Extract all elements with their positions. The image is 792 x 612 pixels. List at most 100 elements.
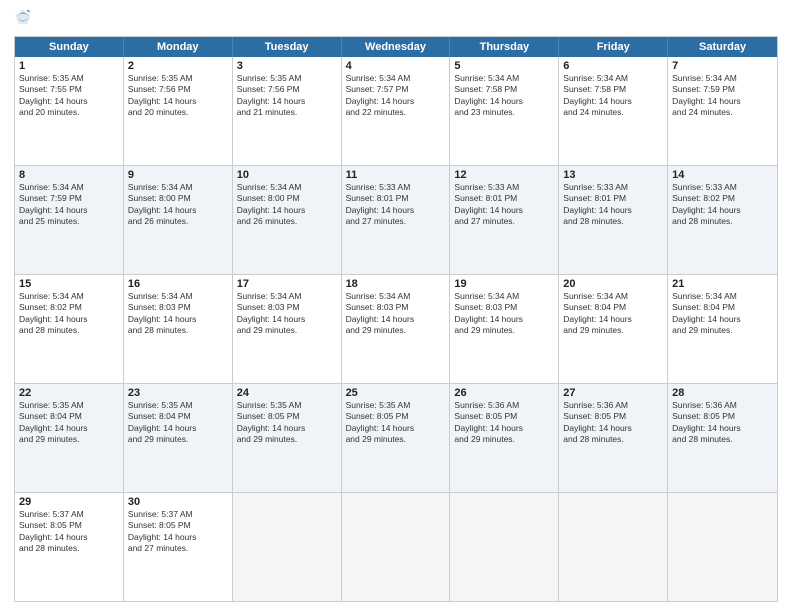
calendar-cell: 23Sunrise: 5:35 AMSunset: 8:04 PMDayligh… bbox=[124, 384, 233, 492]
weekday-header: Friday bbox=[559, 37, 668, 57]
calendar-cell: 19Sunrise: 5:34 AMSunset: 8:03 PMDayligh… bbox=[450, 275, 559, 383]
calendar-cell: 2Sunrise: 5:35 AMSunset: 7:56 PMDaylight… bbox=[124, 57, 233, 165]
calendar-cell: 1Sunrise: 5:35 AMSunset: 7:55 PMDaylight… bbox=[15, 57, 124, 165]
day-number: 22 bbox=[19, 387, 119, 399]
calendar-cell: 16Sunrise: 5:34 AMSunset: 8:03 PMDayligh… bbox=[124, 275, 233, 383]
day-number: 27 bbox=[563, 387, 663, 399]
weekday-header: Wednesday bbox=[342, 37, 451, 57]
day-number: 3 bbox=[237, 60, 337, 72]
cell-info: Sunrise: 5:34 AMSunset: 7:58 PMDaylight:… bbox=[563, 73, 663, 119]
cell-info: Sunrise: 5:34 AMSunset: 8:00 PMDaylight:… bbox=[128, 182, 228, 228]
calendar-cell: 22Sunrise: 5:35 AMSunset: 8:04 PMDayligh… bbox=[15, 384, 124, 492]
cell-info: Sunrise: 5:36 AMSunset: 8:05 PMDaylight:… bbox=[563, 400, 663, 446]
cell-info: Sunrise: 5:35 AMSunset: 7:56 PMDaylight:… bbox=[128, 73, 228, 119]
cell-info: Sunrise: 5:34 AMSunset: 8:00 PMDaylight:… bbox=[237, 182, 337, 228]
cell-info: Sunrise: 5:33 AMSunset: 8:01 PMDaylight:… bbox=[346, 182, 446, 228]
calendar-cell: 9Sunrise: 5:34 AMSunset: 8:00 PMDaylight… bbox=[124, 166, 233, 274]
cell-info: Sunrise: 5:34 AMSunset: 8:04 PMDaylight:… bbox=[563, 291, 663, 337]
weekday-header: Monday bbox=[124, 37, 233, 57]
day-number: 9 bbox=[128, 169, 228, 181]
empty-cell bbox=[450, 493, 559, 601]
empty-cell bbox=[342, 493, 451, 601]
calendar-cell: 21Sunrise: 5:34 AMSunset: 8:04 PMDayligh… bbox=[668, 275, 777, 383]
cell-info: Sunrise: 5:33 AMSunset: 8:01 PMDaylight:… bbox=[563, 182, 663, 228]
header bbox=[14, 10, 778, 26]
day-number: 8 bbox=[19, 169, 119, 181]
day-number: 21 bbox=[672, 278, 773, 290]
calendar-row: 22Sunrise: 5:35 AMSunset: 8:04 PMDayligh… bbox=[15, 384, 777, 493]
calendar-cell: 17Sunrise: 5:34 AMSunset: 8:03 PMDayligh… bbox=[233, 275, 342, 383]
day-number: 16 bbox=[128, 278, 228, 290]
cell-info: Sunrise: 5:33 AMSunset: 8:01 PMDaylight:… bbox=[454, 182, 554, 228]
day-number: 5 bbox=[454, 60, 554, 72]
day-number: 24 bbox=[237, 387, 337, 399]
day-number: 13 bbox=[563, 169, 663, 181]
day-number: 7 bbox=[672, 60, 773, 72]
calendar-row: 8Sunrise: 5:34 AMSunset: 7:59 PMDaylight… bbox=[15, 166, 777, 275]
day-number: 18 bbox=[346, 278, 446, 290]
calendar-cell: 24Sunrise: 5:35 AMSunset: 8:05 PMDayligh… bbox=[233, 384, 342, 492]
calendar-cell: 12Sunrise: 5:33 AMSunset: 8:01 PMDayligh… bbox=[450, 166, 559, 274]
calendar-row: 1Sunrise: 5:35 AMSunset: 7:55 PMDaylight… bbox=[15, 57, 777, 166]
cell-info: Sunrise: 5:36 AMSunset: 8:05 PMDaylight:… bbox=[672, 400, 773, 446]
cell-info: Sunrise: 5:34 AMSunset: 8:03 PMDaylight:… bbox=[237, 291, 337, 337]
cell-info: Sunrise: 5:36 AMSunset: 8:05 PMDaylight:… bbox=[454, 400, 554, 446]
day-number: 12 bbox=[454, 169, 554, 181]
cell-info: Sunrise: 5:35 AMSunset: 8:04 PMDaylight:… bbox=[19, 400, 119, 446]
calendar-cell: 13Sunrise: 5:33 AMSunset: 8:01 PMDayligh… bbox=[559, 166, 668, 274]
cell-info: Sunrise: 5:34 AMSunset: 7:59 PMDaylight:… bbox=[19, 182, 119, 228]
day-number: 26 bbox=[454, 387, 554, 399]
day-number: 20 bbox=[563, 278, 663, 290]
logo bbox=[14, 10, 36, 26]
calendar-header: SundayMondayTuesdayWednesdayThursdayFrid… bbox=[15, 37, 777, 57]
empty-cell bbox=[668, 493, 777, 601]
calendar-cell: 4Sunrise: 5:34 AMSunset: 7:57 PMDaylight… bbox=[342, 57, 451, 165]
day-number: 15 bbox=[19, 278, 119, 290]
calendar-cell: 6Sunrise: 5:34 AMSunset: 7:58 PMDaylight… bbox=[559, 57, 668, 165]
cell-info: Sunrise: 5:34 AMSunset: 8:03 PMDaylight:… bbox=[346, 291, 446, 337]
calendar-cell: 30Sunrise: 5:37 AMSunset: 8:05 PMDayligh… bbox=[124, 493, 233, 601]
calendar-cell: 15Sunrise: 5:34 AMSunset: 8:02 PMDayligh… bbox=[15, 275, 124, 383]
cell-info: Sunrise: 5:34 AMSunset: 7:59 PMDaylight:… bbox=[672, 73, 773, 119]
calendar-row: 15Sunrise: 5:34 AMSunset: 8:02 PMDayligh… bbox=[15, 275, 777, 384]
calendar-cell: 14Sunrise: 5:33 AMSunset: 8:02 PMDayligh… bbox=[668, 166, 777, 274]
day-number: 25 bbox=[346, 387, 446, 399]
empty-cell bbox=[559, 493, 668, 601]
day-number: 30 bbox=[128, 496, 228, 508]
day-number: 23 bbox=[128, 387, 228, 399]
weekday-header: Thursday bbox=[450, 37, 559, 57]
calendar-row: 29 Sunrise: 5:37 AMSunset: 8:05 PMDayligh… bbox=[15, 493, 777, 601]
empty-cell bbox=[233, 493, 342, 601]
calendar-cell: 27Sunrise: 5:36 AMSunset: 8:05 PMDayligh… bbox=[559, 384, 668, 492]
calendar-cell: 11Sunrise: 5:33 AMSunset: 8:01 PMDayligh… bbox=[342, 166, 451, 274]
calendar-cell: 8Sunrise: 5:34 AMSunset: 7:59 PMDaylight… bbox=[15, 166, 124, 274]
calendar-cell: 20Sunrise: 5:34 AMSunset: 8:04 PMDayligh… bbox=[559, 275, 668, 383]
logo-icon bbox=[14, 8, 32, 26]
weekday-header: Tuesday bbox=[233, 37, 342, 57]
calendar-cell: 10Sunrise: 5:34 AMSunset: 8:00 PMDayligh… bbox=[233, 166, 342, 274]
day-number: 29 bbox=[19, 496, 119, 508]
cell-info: Sunrise: 5:35 AMSunset: 8:05 PMDaylight:… bbox=[237, 400, 337, 446]
cell-info: Sunrise: 5:34 AMSunset: 8:03 PMDaylight:… bbox=[454, 291, 554, 337]
calendar-cell: 3Sunrise: 5:35 AMSunset: 7:56 PMDaylight… bbox=[233, 57, 342, 165]
calendar-cell: 29Sunrise: 5:37 AMSunset: 8:05 PMDayligh… bbox=[15, 493, 124, 601]
cell-info: Sunrise: 5:35 AMSunset: 8:05 PMDaylight:… bbox=[346, 400, 446, 446]
calendar-cell: 25Sunrise: 5:35 AMSunset: 8:05 PMDayligh… bbox=[342, 384, 451, 492]
calendar-cell: 18Sunrise: 5:34 AMSunset: 8:03 PMDayligh… bbox=[342, 275, 451, 383]
cell-info: Sunrise: 5:34 AMSunset: 8:04 PMDaylight:… bbox=[672, 291, 773, 337]
day-number: 10 bbox=[237, 169, 337, 181]
day-number: 2 bbox=[128, 60, 228, 72]
day-number: 6 bbox=[563, 60, 663, 72]
cell-info: Sunrise: 5:34 AMSunset: 7:57 PMDaylight:… bbox=[346, 73, 446, 119]
day-number: 1 bbox=[19, 60, 119, 72]
calendar-cell: 7Sunrise: 5:34 AMSunset: 7:59 PMDaylight… bbox=[668, 57, 777, 165]
cell-info: Sunrise: 5:37 AMSunset: 8:05 PMDaylight:… bbox=[128, 509, 228, 555]
weekday-header: Sunday bbox=[15, 37, 124, 57]
day-number: 19 bbox=[454, 278, 554, 290]
day-number: 17 bbox=[237, 278, 337, 290]
calendar: SundayMondayTuesdayWednesdayThursdayFrid… bbox=[14, 36, 778, 602]
calendar-body: 1Sunrise: 5:35 AMSunset: 7:55 PMDaylight… bbox=[15, 57, 777, 601]
cell-info: Sunrise: 5:35 AMSunset: 8:04 PMDaylight:… bbox=[128, 400, 228, 446]
calendar-cell: 28Sunrise: 5:36 AMSunset: 8:05 PMDayligh… bbox=[668, 384, 777, 492]
cell-info: Sunrise: 5:34 AMSunset: 7:58 PMDaylight:… bbox=[454, 73, 554, 119]
